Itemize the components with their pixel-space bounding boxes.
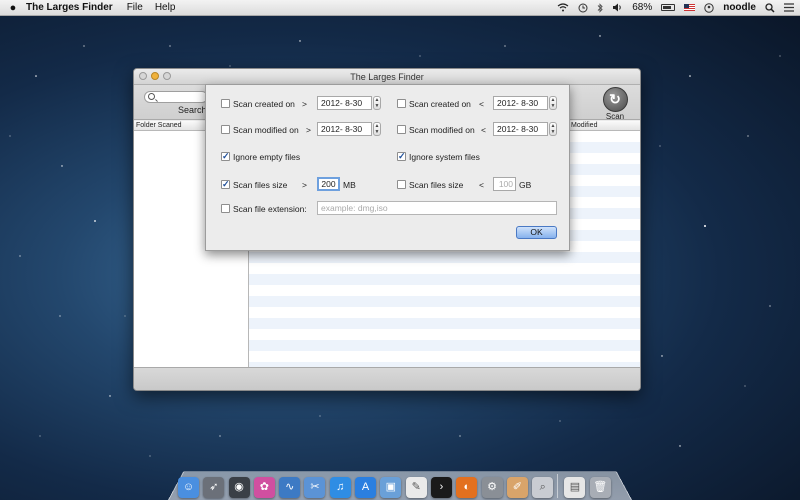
extension-checkbox[interactable] [221, 204, 230, 213]
size-max-label: Scan files size [409, 180, 464, 190]
app-store-icon[interactable]: A [355, 477, 377, 498]
spotlight-magnifier-icon[interactable]: ⌕ [532, 477, 554, 498]
us-flag-input-icon[interactable] [684, 4, 696, 11]
wifi-icon[interactable] [557, 3, 569, 12]
volume-icon[interactable] [612, 3, 623, 12]
dock-divider [557, 474, 559, 498]
downloads-stack-icon[interactable]: ▤ [564, 477, 586, 498]
battery-icon[interactable] [661, 4, 676, 11]
system-preferences-icon[interactable]: ⚙ [481, 477, 503, 498]
created-on-row: Scan created on > 2012- 8-30 ▲ ▼ Scan cre… [206, 96, 571, 112]
zoom-window-button[interactable] [163, 72, 171, 80]
ok-button[interactable]: OK [516, 226, 557, 239]
ignore-system-label: Ignore system files [409, 152, 480, 162]
ignore-empty-label: Ignore empty files [233, 152, 301, 162]
ignore-row: ✓ Ignore empty files ✓ Ignore system fil… [206, 150, 571, 166]
ignore-system-checkbox[interactable]: ✓ [397, 152, 406, 161]
created-after-checkbox[interactable] [221, 99, 230, 108]
utilities-folder-icon[interactable]: ✂ [304, 477, 326, 498]
apple-menu-icon[interactable]: ● [0, 2, 26, 14]
itunes-icon[interactable]: ♫ [329, 477, 351, 498]
modified-after-date-field[interactable]: 2012- 8-30 [317, 122, 372, 136]
status-menus: 68% noodle [548, 0, 800, 16]
app-menu[interactable]: The Larges Finder [26, 2, 113, 13]
title-bar[interactable]: The Larges Finder [134, 69, 640, 85]
size-max-input[interactable]: 100 [493, 177, 516, 191]
created-before-stepper[interactable]: ▲ ▼ [549, 96, 557, 110]
created-after-operator: > [302, 99, 307, 109]
size-max-operator: < [479, 180, 484, 190]
size-min-operator: > [302, 180, 307, 190]
size-min-checkbox[interactable]: ✓ [221, 180, 230, 189]
created-before-operator: < [479, 99, 484, 109]
menu-bar: ● The Larges Finder File Help 68% noodle [0, 0, 800, 16]
search-icon [148, 93, 155, 100]
user-name[interactable]: noodle [723, 2, 756, 13]
modified-before-checkbox[interactable] [397, 125, 406, 134]
scan-button[interactable]: ↻ Scan [600, 87, 630, 121]
modified-before-label: Scan modified on [409, 125, 475, 135]
dashboard-icon[interactable]: ◉ [228, 477, 250, 498]
modified-before-operator: < [481, 125, 486, 135]
created-after-label: Scan created on [233, 99, 295, 109]
modified-before-stepper[interactable]: ▲ ▼ [549, 122, 557, 136]
modified-after-operator: > [306, 125, 311, 135]
preview-icon[interactable]: ▣ [380, 477, 402, 498]
ignore-empty-checkbox[interactable]: ✓ [221, 152, 230, 161]
activity-monitor-icon[interactable]: ∿ [279, 477, 301, 498]
size-max-unit: GB [519, 180, 532, 190]
help-menu[interactable]: Help [155, 2, 176, 13]
status-bar [134, 367, 640, 390]
file-size-row: ✓ Scan files size > 200 MB Scan files si… [206, 177, 571, 193]
file-menu[interactable]: File [127, 2, 143, 13]
minimize-window-button[interactable] [151, 72, 159, 80]
notification-center-icon[interactable] [784, 3, 794, 12]
created-before-date-field[interactable]: 2012- 8-30 [493, 96, 548, 110]
created-before-label: Scan created on [409, 99, 471, 109]
textedit-icon[interactable]: ✎ [405, 477, 427, 498]
modified-after-checkbox[interactable] [221, 125, 230, 134]
window-controls [139, 72, 175, 80]
extension-input[interactable]: example: dmg,iso [317, 201, 557, 215]
extension-label: Scan file extension: [233, 204, 307, 214]
dock-icons: ☺ ➶ ◉ ✿ ∿ ✂ ♫ A ▣ ✎ › ◐ ⚙ ✐ ⌕ ▤ 🗑 [178, 466, 628, 498]
modified-on-row: Scan modified on > 2012- 8-30 ▲ ▼ Scan mo… [206, 122, 571, 138]
created-after-stepper[interactable]: ▲ ▼ [373, 96, 381, 110]
trash-icon[interactable]: 🗑 [589, 477, 611, 498]
modified-after-stepper[interactable]: ▲ ▼ [373, 122, 381, 136]
close-window-button[interactable] [139, 72, 147, 80]
bluetooth-icon[interactable] [597, 2, 603, 13]
scan-options-sheet: Scan created on > 2012- 8-30 ▲ ▼ Scan cre… [205, 84, 570, 251]
firefox-icon[interactable]: ◐ [456, 477, 478, 498]
created-before-checkbox[interactable] [397, 99, 406, 108]
created-after-date-field[interactable]: 2012- 8-30 [317, 96, 372, 110]
photo-booth-icon[interactable]: ✿ [253, 477, 275, 498]
modified-after-label: Scan modified on [233, 125, 299, 135]
size-min-unit: MB [343, 180, 356, 190]
terminal-icon[interactable]: › [430, 477, 452, 498]
time-machine-icon[interactable] [578, 3, 588, 13]
finder-icon[interactable]: ☺ [178, 477, 199, 498]
spotlight-icon[interactable] [765, 2, 775, 13]
search-label: Search [178, 105, 207, 115]
script-editor-icon[interactable]: ✐ [506, 477, 528, 498]
window-title: The Larges Finder [350, 72, 424, 82]
modified-column-header[interactable]: Modified [571, 121, 597, 131]
scan-label: Scan [605, 112, 625, 121]
launchpad-icon[interactable]: ➶ [203, 477, 225, 498]
size-min-label: Scan files size [233, 180, 288, 190]
size-min-input[interactable]: 200 [317, 177, 340, 191]
extension-row: Scan file extension: example: dmg,iso [206, 201, 571, 217]
modified-before-date-field[interactable]: 2012- 8-30 [493, 122, 548, 136]
size-max-checkbox[interactable] [397, 180, 406, 189]
battery-percent[interactable]: 68% [632, 2, 652, 13]
search-input[interactable] [144, 91, 208, 103]
scan-refresh-icon: ↻ [602, 87, 628, 112]
fast-user-switch-icon[interactable] [704, 2, 714, 13]
